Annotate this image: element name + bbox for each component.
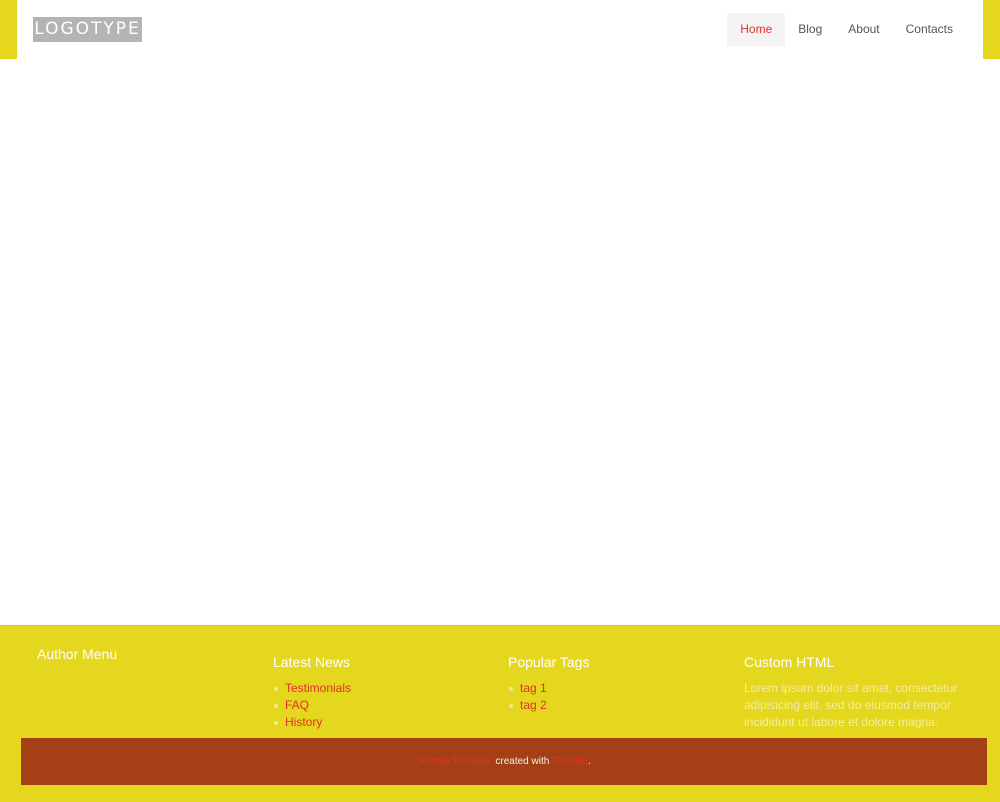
popular-tags-list: tag 1 tag 2 (508, 680, 738, 714)
footer-col-author-menu: Author Menu (37, 646, 267, 662)
main-nav: Home Blog About Contacts (727, 13, 966, 46)
latest-news-link-history[interactable]: History (285, 715, 322, 729)
left-accent-strip (0, 0, 17, 59)
list-item: History (273, 714, 503, 731)
author-menu-title: Author Menu (37, 646, 118, 662)
copyright-end-text: . (588, 756, 591, 767)
right-accent-strip (983, 0, 1000, 59)
latest-news-link-faq[interactable]: FAQ (285, 698, 309, 712)
latest-news-title: Latest News (273, 654, 351, 670)
custom-html-title: Custom HTML (744, 654, 835, 670)
page: LOGOTYPE Home Blog About Contacts Author… (0, 0, 1000, 802)
tag-link-2[interactable]: tag 2 (520, 698, 547, 712)
themler-link[interactable]: Themler (552, 756, 588, 767)
nav-item-about[interactable]: About (835, 13, 892, 46)
custom-html-text: Lorem ipsum dolor sit amet, consectetur … (744, 681, 958, 729)
footer-col-custom-html: Custom HTML Lorem ipsum dolor sit amet, … (744, 654, 969, 731)
site-header: LOGOTYPE Home Blog About Contacts (17, 0, 983, 59)
list-item: tag 1 (508, 680, 738, 697)
nav-item-blog[interactable]: Blog (785, 13, 835, 46)
nav-item-home[interactable]: Home (727, 13, 786, 46)
list-item: tag 2 (508, 697, 738, 714)
logo[interactable]: LOGOTYPE (33, 17, 142, 42)
latest-news-link-testimonials[interactable]: Testimonials (285, 681, 351, 695)
footer-col-latest-news: Latest News Testimonials FAQ History (273, 654, 503, 731)
copyright-middle-text: created with (492, 756, 552, 767)
copyright-bar: Joomla Template created with Themler. (21, 738, 987, 785)
main-content (0, 59, 1000, 625)
list-item: FAQ (273, 697, 503, 714)
footer-col-popular-tags: Popular Tags tag 1 tag 2 (508, 654, 738, 714)
tag-link-1[interactable]: tag 1 (520, 681, 547, 695)
list-item: Testimonials (273, 680, 503, 697)
joomla-template-link[interactable]: Joomla Template (417, 756, 492, 767)
nav-item-contacts[interactable]: Contacts (893, 13, 966, 46)
latest-news-list: Testimonials FAQ History (273, 680, 503, 731)
popular-tags-title: Popular Tags (508, 654, 590, 670)
